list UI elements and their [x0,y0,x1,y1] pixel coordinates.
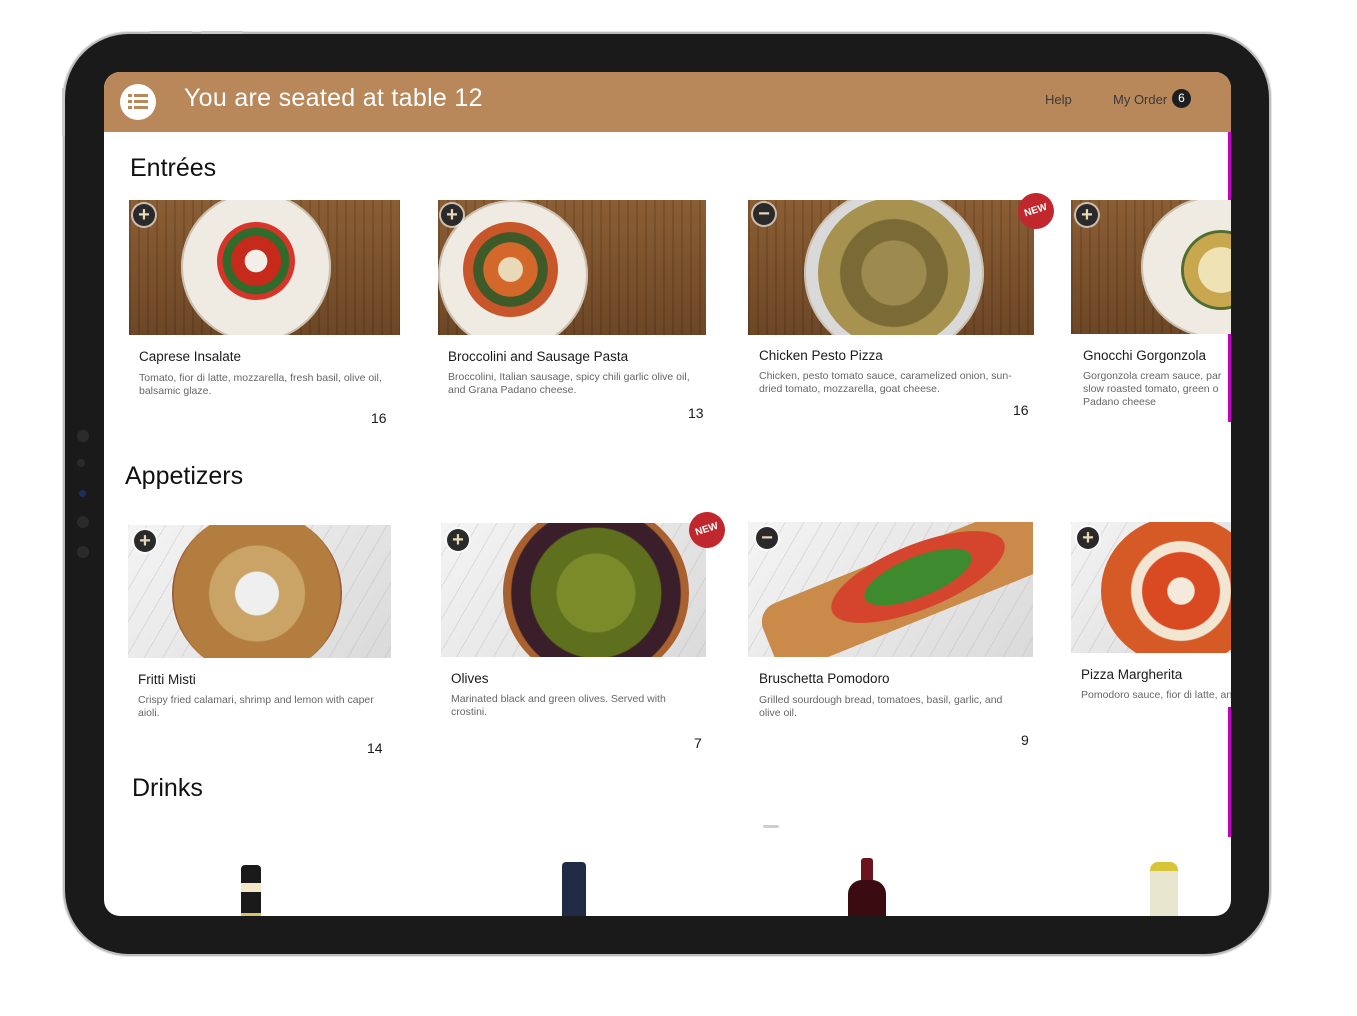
add-item-button[interactable]: + [133,204,155,226]
section-title-appetizers: Appetizers [125,462,244,490]
help-link[interactable]: Help [1045,92,1072,107]
my-order-link[interactable]: My Order [1113,92,1167,107]
add-item-button[interactable]: + [447,529,469,551]
item-description: Gorgonzola cream sauce, par slow roasted… [1083,370,1222,408]
item-price: 13 [688,405,704,421]
drink-bottle-image[interactable] [1150,862,1178,916]
app-screen: You are seated at table 12 Help My Order… [104,72,1231,916]
section-title-entrees: Entrées [130,154,217,182]
scroll-accent [1228,707,1231,837]
section-title-drinks: Drinks [132,774,203,802]
remove-item-button[interactable]: − [753,203,775,225]
item-image-bruschetta-pomodoro[interactable] [748,522,1033,657]
add-item-button[interactable]: + [1077,527,1099,549]
app-header: You are seated at table 12 Help My Order… [104,72,1231,132]
tablet-sensor [77,546,89,558]
item-name: Broccolini and Sausage Pasta [448,349,629,364]
tablet-sensor [77,516,89,528]
item-name: Fritti Misti [138,672,196,687]
item-name: Pizza Margherita [1081,667,1183,682]
item-price: 14 [367,740,383,756]
remove-item-button[interactable]: − [756,527,778,549]
item-price: 16 [1013,402,1029,418]
tablet-sensor [77,459,85,467]
tablet-top-button [150,31,192,34]
item-name: Olives [451,671,489,686]
order-count-badge[interactable]: 6 [1172,89,1191,108]
tablet-side-button [62,88,65,136]
add-item-button[interactable]: + [441,204,463,226]
scroll-indicator[interactable] [763,825,779,828]
item-description: Marinated black and green olives. Served… [451,693,666,718]
item-description: Chicken, pesto tomato sauce, caramelized… [759,370,1012,395]
drink-bottle-image[interactable] [861,858,873,882]
menu-button[interactable] [120,84,156,120]
item-image-fritti-misti[interactable] [128,525,391,658]
item-image-olives[interactable] [441,523,706,657]
drink-bottle-image[interactable] [562,862,586,916]
tablet-camera [79,490,86,497]
drink-bottle-image[interactable] [848,880,886,916]
item-description: Pomodoro sauce, fior di latte, and [1081,689,1231,701]
tablet-sensor [77,430,89,442]
item-description: Crispy fried calamari, shrimp and lemon … [138,694,374,719]
item-description: Tomato, fior di latte, mozzarella, fresh… [139,372,382,397]
add-item-button[interactable]: + [1076,204,1098,226]
item-image-caprese[interactable] [129,200,400,335]
item-name: Chicken Pesto Pizza [759,348,883,363]
item-name: Gnocchi Gorgonzola [1083,348,1207,363]
add-item-button[interactable]: + [134,530,156,552]
item-description: Broccolini, Italian sausage, spicy chili… [448,371,690,396]
item-price: 7 [694,735,702,751]
item-name: Caprese Insalate [139,349,242,364]
item-name: Bruschetta Pomodoro [759,671,890,686]
item-price: 16 [371,410,387,426]
item-image-broccolini-pasta[interactable] [438,200,706,335]
drink-bottle-image[interactable] [241,865,261,916]
item-price: 9 [1021,732,1029,748]
item-description: Grilled sourdough bread, tomatoes, basil… [759,694,1003,719]
item-image-chicken-pesto-pizza[interactable] [748,200,1034,335]
page-title: You are seated at table 12 [184,84,483,112]
tablet-top-button [201,31,243,34]
